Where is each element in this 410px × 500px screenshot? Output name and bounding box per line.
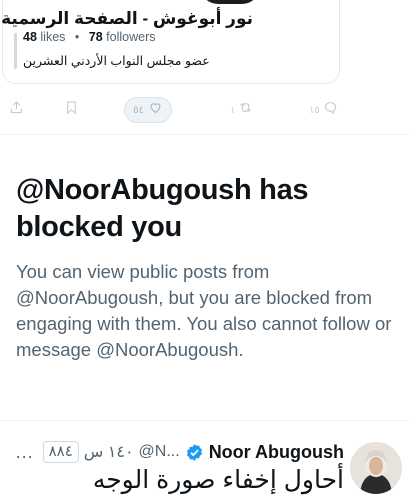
card-bio: عضو مجلس النواب الأردني العشرين (23, 54, 210, 68)
like-button[interactable]: ٥٤ (124, 97, 172, 123)
bookmark-icon (64, 100, 79, 120)
reply-count: ١٥ (309, 104, 320, 116)
retweet-button[interactable]: ١ (230, 102, 253, 118)
tweet-time[interactable]: ١٤٠ س (84, 442, 134, 462)
like-count: ٥٤ (133, 104, 144, 116)
likes-label: likes (40, 30, 66, 44)
share-button[interactable] (9, 100, 24, 120)
tweet-handle[interactable]: @N... (139, 443, 180, 461)
likes-count: 48 (23, 30, 37, 44)
verified-badge-icon (185, 443, 204, 462)
separator-dot: • (74, 30, 80, 44)
card-stats: 48 likes • 78 followers (23, 30, 155, 44)
embedded-profile-card[interactable]: نور أبوغوش - الصفحة الرسمية 48 likes • 7… (1, 0, 340, 84)
followers-count: 78 (88, 30, 103, 44)
divider (0, 420, 410, 421)
tweet-author-name[interactable]: Noor Abugoush (209, 442, 344, 463)
reply-button[interactable]: ١٥ (309, 100, 338, 120)
tweet-header: ... ٨٨٤ ١٤٠ س @N... Noor Abugoush (16, 440, 344, 464)
share-icon (9, 100, 24, 120)
retweet-icon (238, 100, 253, 120)
views-badge: ٨٨٤ (42, 441, 79, 463)
post-action-bar: ٥٤ ١ ١٥ (0, 94, 410, 126)
tweet-text: أحاول إخفاء صورة الوجه (92, 466, 344, 494)
blocked-title: @NoorAbugoush has blocked you (16, 174, 309, 243)
reply-icon (323, 100, 338, 120)
followers-label: followers (106, 30, 156, 44)
card-title: نور أبوغوش - الصفحة الرسمية (1, 9, 253, 28)
blocked-body: You can view public posts from @NoorAbug… (16, 261, 392, 360)
retweet-count: ١ (230, 104, 236, 116)
more-options-icon[interactable]: ... (16, 442, 34, 463)
heart-icon (148, 100, 163, 120)
bookmark-button[interactable] (64, 100, 79, 120)
avatar[interactable] (350, 442, 402, 494)
divider (0, 134, 410, 135)
card-accent-bar (14, 33, 17, 69)
